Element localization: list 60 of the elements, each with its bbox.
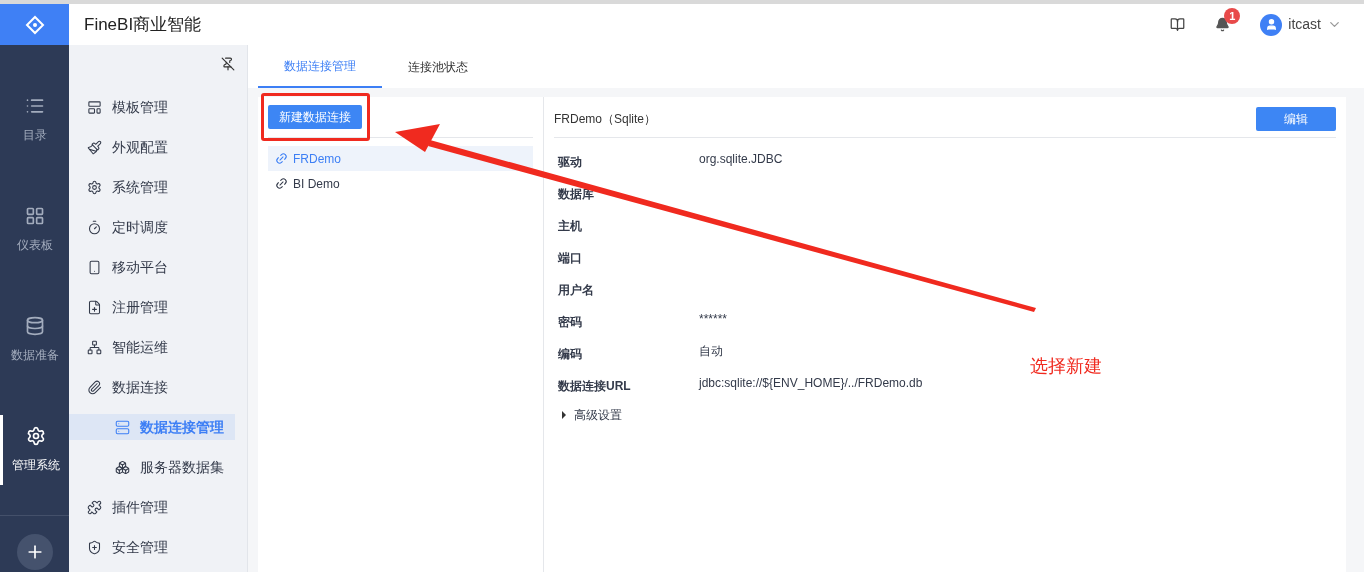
field-value: org.sqlite.JDBC [699, 151, 783, 168]
menu-item[interactable]: 模板管理 [69, 94, 247, 120]
gear-icon [87, 179, 102, 195]
menu-item[interactable]: 安全管理 [69, 534, 247, 560]
new-connection-button[interactable]: 新建数据连接 [268, 105, 362, 129]
rail-item[interactable]: 目录 [0, 85, 69, 155]
shield-icon [87, 539, 102, 555]
field-label: 驱动 [558, 155, 582, 169]
menu-item[interactable]: 外观配置 [69, 134, 247, 160]
tab[interactable]: 连接池状态 [382, 45, 494, 88]
register-icon [87, 299, 102, 315]
avatar-icon[interactable] [1260, 13, 1283, 36]
menu-item[interactable]: 定时调度 [69, 214, 247, 240]
field-label: 主机 [558, 219, 582, 233]
caret-icon [562, 411, 566, 419]
template-icon [87, 99, 102, 115]
db-icon [24, 316, 45, 336]
user-name[interactable]: itcast [1288, 14, 1321, 35]
app-title: FineBI商业智能 [83, 13, 202, 36]
mobile-icon [87, 259, 102, 275]
field-value: ****** [699, 311, 728, 328]
timer-icon [87, 219, 102, 235]
connection-item[interactable]: BI Demo [268, 171, 533, 196]
gear-icon [26, 426, 46, 446]
field-value: 自动 [699, 343, 723, 360]
field-label: 密码 [558, 315, 582, 329]
plugin-icon [87, 499, 102, 515]
clip-icon [87, 379, 102, 395]
dataset-icon [115, 459, 130, 475]
unpin-icon[interactable] [221, 57, 235, 71]
edit-button[interactable]: 编辑 [1256, 107, 1336, 131]
logo-tile[interactable] [0, 4, 69, 45]
menu-item[interactable]: 智能运维 [69, 334, 247, 360]
field-label: 端口 [558, 251, 582, 265]
field-value: jdbc:sqlite://${ENV_HOME}/../FRDemo.db [699, 375, 923, 392]
rail-item[interactable]: 数据准备 [0, 305, 69, 375]
rail-item[interactable]: 仪表板 [0, 195, 69, 265]
logo-icon [24, 14, 45, 35]
menu-item[interactable]: 数据连接 [69, 374, 247, 400]
menu-item[interactable]: 注册管理 [69, 294, 247, 320]
menu-item[interactable]: 移动平台 [69, 254, 247, 280]
server-icon [115, 419, 130, 435]
grid-icon [24, 206, 45, 226]
tab[interactable]: 数据连接管理 [258, 45, 382, 88]
add-button[interactable] [16, 534, 53, 570]
menu-item[interactable]: 服务器数据集 [69, 454, 235, 480]
ops-icon [87, 339, 102, 355]
bell-icon[interactable] [1215, 17, 1231, 32]
book-icon[interactable] [1170, 17, 1186, 32]
field-label: 用户名 [558, 283, 594, 297]
field-label: 编码 [558, 347, 582, 361]
field-label: 数据连接URL [558, 379, 631, 393]
menu-item[interactable]: 插件管理 [69, 494, 247, 520]
menu-item[interactable]: 系统管理 [69, 174, 247, 200]
annotation-text: 选择新建 [1030, 355, 1102, 378]
connection-title: FRDemo（Sqlite） [554, 111, 657, 128]
notification-badge: 1 [1224, 8, 1241, 24]
advanced-toggle[interactable]: 高级设置 [558, 406, 1336, 424]
brush-icon [87, 139, 102, 155]
list-icon [24, 96, 45, 116]
